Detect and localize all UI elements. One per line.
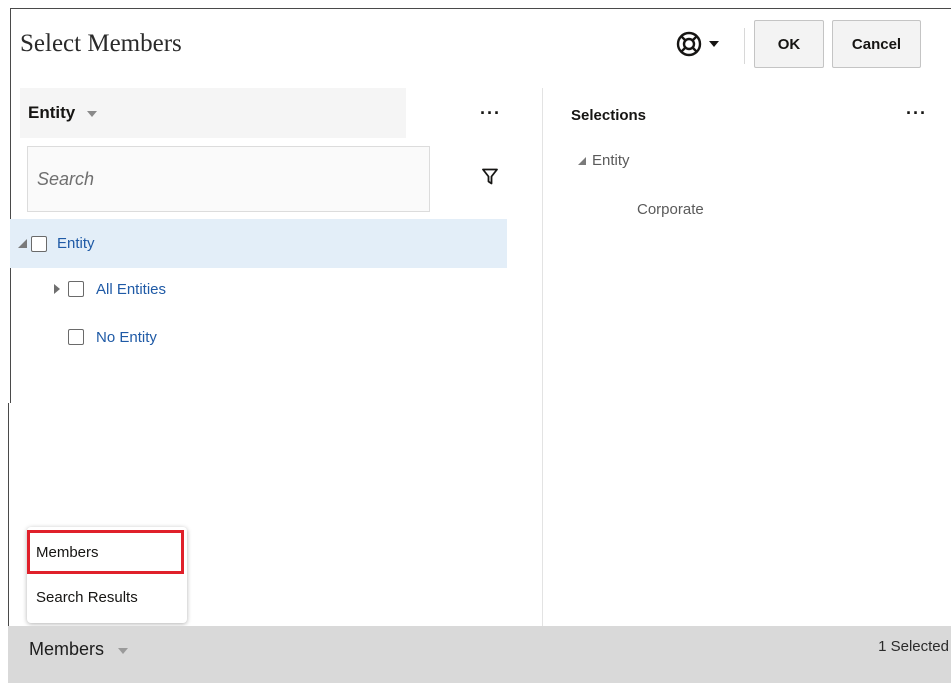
tree-label: No Entity xyxy=(96,328,157,346)
view-dropdown[interactable]: Members xyxy=(29,639,129,660)
selections-group-label: Entity xyxy=(592,152,630,169)
view-dropdown-label: Members xyxy=(29,639,105,659)
search-field[interactable] xyxy=(27,146,430,212)
tree-row-entity[interactable]: Entity xyxy=(10,219,507,268)
all-entities-checkbox[interactable] xyxy=(68,281,84,297)
cancel-button[interactable]: Cancel xyxy=(832,20,921,68)
right-more-actions-button[interactable]: ··· xyxy=(906,103,927,124)
expanded-triangle-icon[interactable] xyxy=(18,239,27,248)
expanded-triangle-icon[interactable] xyxy=(578,156,586,165)
filter-icon[interactable] xyxy=(482,168,498,190)
ok-button[interactable]: OK xyxy=(754,20,824,68)
search-input[interactable] xyxy=(37,168,429,190)
dimension-selector[interactable]: Entity xyxy=(20,88,406,138)
left-more-actions-button[interactable]: ··· xyxy=(480,103,501,124)
selected-count: 1 Selected xyxy=(878,638,949,655)
tree-row-all-entities[interactable]: All Entities xyxy=(54,278,166,300)
lifebuoy-icon xyxy=(676,31,702,57)
chevron-down-icon xyxy=(708,40,720,48)
dialog-title: Select Members xyxy=(20,30,182,57)
dialog-border-left xyxy=(10,8,11,403)
panel-divider xyxy=(542,88,543,626)
selections-group-entity[interactable]: Entity xyxy=(578,152,630,169)
chevron-down-icon xyxy=(118,647,129,654)
entity-checkbox[interactable] xyxy=(31,235,47,252)
view-menu-popup: Members Search Results xyxy=(27,527,187,623)
toolbar-separator xyxy=(744,28,745,64)
footer-bar: Members 1 Selected xyxy=(8,626,951,683)
dimension-label: Entity xyxy=(28,103,76,122)
select-members-dialog: Select Members OK Cancel Entity ··· Sear… xyxy=(0,0,951,683)
chevron-down-icon xyxy=(87,111,98,117)
no-entity-checkbox[interactable] xyxy=(68,329,84,345)
selections-heading: Selections xyxy=(571,107,647,124)
menu-item-search-results[interactable]: Search Results xyxy=(27,575,187,619)
help-menu-button[interactable] xyxy=(676,27,726,61)
tree-label: All Entities xyxy=(96,280,167,298)
menu-item-members[interactable]: Members xyxy=(27,530,184,574)
dialog-border-top xyxy=(10,8,951,9)
selected-member-corporate[interactable]: Corporate xyxy=(637,201,704,218)
tree-label: Entity xyxy=(57,235,95,252)
collapsed-triangle-icon[interactable] xyxy=(54,284,60,294)
tree-row-no-entity[interactable]: No Entity xyxy=(68,326,157,348)
